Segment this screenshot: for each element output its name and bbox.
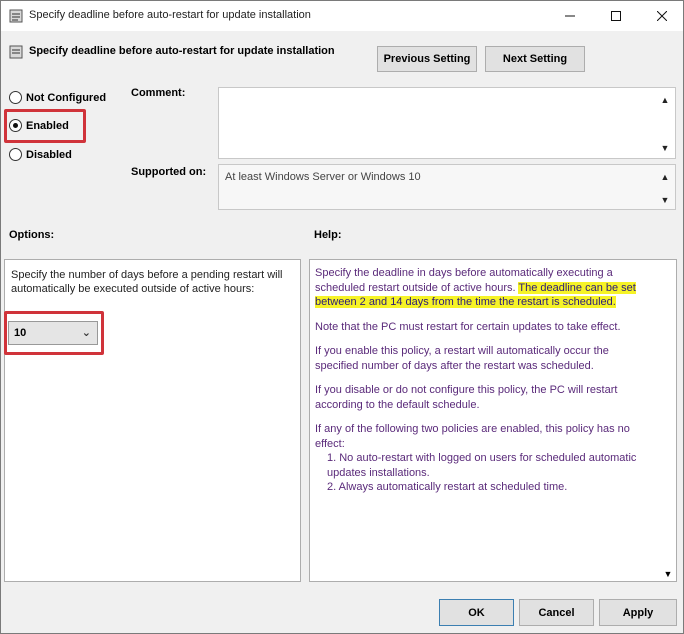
cancel-button[interactable]: Cancel: [519, 599, 594, 626]
options-panel: Specify the number of days before a pend…: [4, 259, 301, 582]
supported-on-label: Supported on:: [131, 166, 207, 178]
days-dropdown[interactable]: 10 ⌄: [8, 321, 98, 345]
radio-enabled-circle[interactable]: [9, 119, 22, 132]
help-p3: If you enable this policy, a restart wil…: [315, 345, 609, 372]
radio-not-configured[interactable]: Not Configured: [9, 91, 106, 104]
days-description: Specify the number of days before a pend…: [11, 269, 283, 295]
scroll-down-icon[interactable]: ▼: [659, 194, 671, 206]
window-title: Specify deadline before auto-restart for…: [29, 9, 311, 21]
close-button[interactable]: [639, 1, 684, 31]
previous-setting-button[interactable]: Previous Setting: [377, 46, 477, 72]
next-setting-button[interactable]: Next Setting: [485, 46, 585, 72]
help-label: Help:: [314, 229, 342, 241]
help-text: Specify the deadline in days before auto…: [315, 266, 655, 505]
radio-disabled-label: Disabled: [26, 148, 72, 161]
days-value: 10: [14, 327, 27, 339]
minimize-button[interactable]: [547, 1, 593, 31]
radio-not-configured-circle[interactable]: [9, 91, 22, 104]
policy-dialog: Specify deadline before auto-restart for…: [0, 0, 684, 634]
comment-label: Comment:: [131, 87, 186, 99]
radio-enabled-label: Enabled: [26, 119, 69, 132]
help-p4: If you disable or do not configure this …: [315, 384, 618, 411]
help-p5-item2: 2. Always automatically restart at sched…: [327, 481, 568, 493]
policy-name: Specify deadline before auto-restart for…: [29, 45, 335, 57]
comment-textarea[interactable]: ▲ ▼: [218, 87, 676, 159]
radio-disabled[interactable]: Disabled: [9, 148, 72, 161]
options-label: Options:: [9, 229, 55, 241]
radio-disabled-circle[interactable]: [9, 148, 22, 161]
help-panel: Specify the deadline in days before auto…: [309, 259, 677, 582]
maximize-button[interactable]: [593, 1, 639, 31]
apply-button[interactable]: Apply: [599, 599, 677, 626]
scroll-down-icon[interactable]: ▼: [659, 142, 671, 154]
minimize-icon: [565, 15, 575, 17]
supported-on-box: At least Windows Server or Windows 10 ▲ …: [218, 164, 676, 210]
title-bar[interactable]: Specify deadline before auto-restart for…: [1, 1, 683, 31]
radio-enabled[interactable]: Enabled: [9, 119, 69, 132]
scroll-up-icon[interactable]: ▲: [659, 171, 671, 183]
radio-not-configured-label: Not Configured: [26, 91, 107, 104]
help-p5-item1: 1. No auto-restart with logged on users …: [327, 452, 637, 479]
maximize-icon: [611, 11, 621, 21]
chevron-down-icon: ⌄: [81, 327, 91, 339]
scroll-down-icon[interactable]: ▼: [662, 569, 674, 579]
help-p5: If any of the following two policies are…: [315, 423, 630, 450]
policy-settings-icon: [9, 9, 23, 23]
close-icon: [657, 11, 667, 21]
scroll-up-icon[interactable]: ▲: [659, 94, 671, 106]
ok-button[interactable]: OK: [439, 599, 514, 626]
supported-on-value: At least Windows Server or Windows 10: [225, 171, 421, 183]
policy-icon: [9, 45, 23, 59]
help-p2: Note that the PC must restart for certai…: [315, 320, 621, 333]
